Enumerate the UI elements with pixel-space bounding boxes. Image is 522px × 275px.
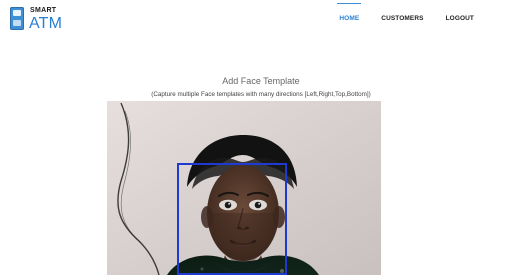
main-content: Add Face Template (Capture multiple Face… (0, 0, 522, 275)
page-subtitle: (Capture multiple Face templates with ma… (151, 91, 371, 98)
camera-preview (107, 101, 381, 275)
page-title: Add Face Template (222, 76, 300, 86)
camera-frame-image (107, 101, 381, 275)
